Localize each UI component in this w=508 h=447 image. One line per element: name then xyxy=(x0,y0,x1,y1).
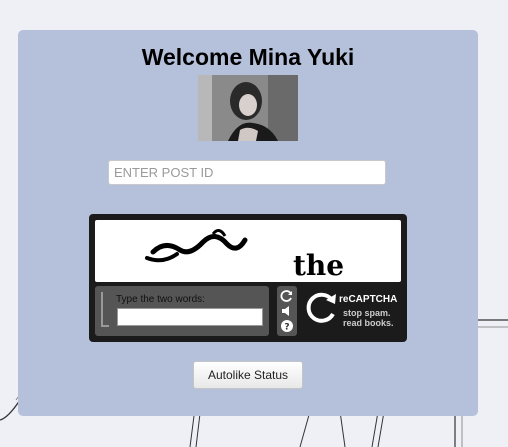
post-id-input[interactable] xyxy=(108,160,386,185)
refresh-icon[interactable] xyxy=(280,289,294,303)
page-title: Welcome Mina Yuki xyxy=(141,44,355,70)
profile-photo xyxy=(198,75,298,141)
help-icon[interactable]: ? xyxy=(280,319,294,333)
recaptcha-tagline: stop spam. xyxy=(343,308,391,318)
captcha-challenge-image: the xyxy=(95,220,401,282)
captcha-instruction: Type the two words: xyxy=(116,294,205,305)
login-panel: Welcome Mina Yuki the Type the t xyxy=(18,30,478,416)
captcha-response-area: Type the two words: xyxy=(95,286,269,336)
svg-text:?: ? xyxy=(284,323,289,333)
recaptcha-logo: reCAPTCHA stop spam. read books. xyxy=(305,288,403,336)
recaptcha-arrow-icon xyxy=(306,292,336,323)
audio-icon[interactable] xyxy=(280,304,294,318)
recaptcha-brand: reCAPTCHA xyxy=(339,294,398,305)
recaptcha-widget: the Type the two words: ? reCAPTCHA stop… xyxy=(89,214,407,342)
recaptcha-tagline: read books. xyxy=(343,318,394,328)
autolike-status-button[interactable]: Autolike Status xyxy=(193,361,303,389)
arrow-indicator-icon xyxy=(101,292,109,327)
captcha-word: the xyxy=(293,249,344,282)
captcha-response-input[interactable] xyxy=(117,308,263,326)
captcha-controls: ? xyxy=(277,286,297,336)
